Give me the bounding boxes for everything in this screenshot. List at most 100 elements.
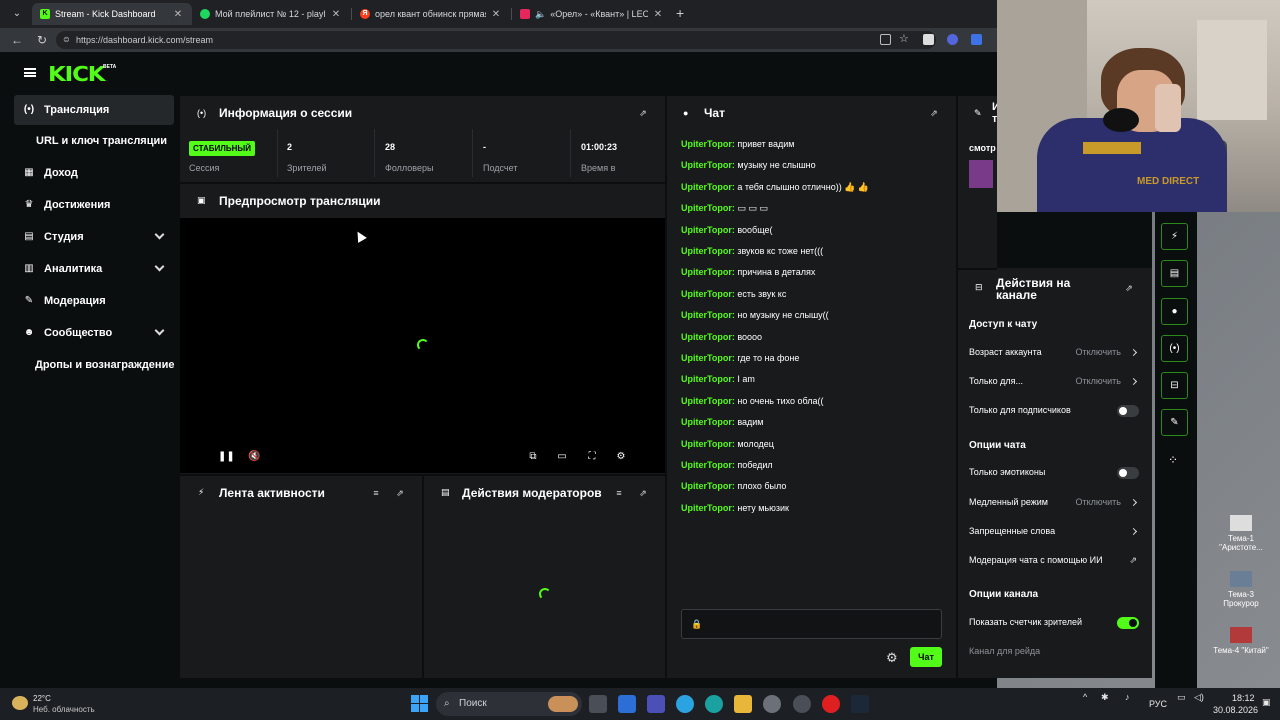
taskbar-search[interactable]: ⌕ Поиск [436,692,582,716]
mail-app-icon[interactable] [618,695,636,713]
task-view-icon[interactable] [589,695,607,713]
desktop-icon-tema4[interactable]: Тема-4 "Китай" [1211,627,1271,655]
popout-icon[interactable]: ⇗ [929,108,939,118]
chat-settings-icon[interactable]: ⚙ [886,650,898,666]
bookmark-star-icon[interactable]: ☆ [899,34,910,45]
edge-browser-icon[interactable] [705,695,723,713]
volume-icon[interactable]: ◁) [1194,692,1204,703]
start-windows-icon[interactable] [411,695,428,712]
tab-leon-video[interactable]: 🔈 «Орел» - «Квант» | LEON-Вто ✕ [512,3,672,25]
chat-username[interactable]: UpiterTopor: [681,396,735,406]
popout-icon[interactable]: ⇗ [638,108,648,118]
site-info-icon[interactable]: ⊜ [63,31,70,49]
telegram-icon[interactable] [676,695,694,713]
subscribers-only-toggle[interactable] [1117,405,1139,417]
popout-icon[interactable]: ⇗ [1124,283,1134,293]
kick-logo[interactable]: KICK [48,62,106,86]
viewer-count-toggle[interactable] [1117,617,1139,629]
thumbnail-image[interactable] [969,160,993,188]
chat-username[interactable]: UpiterTopor: [681,481,735,491]
rail-actions-button[interactable]: ⊟ [1161,372,1188,399]
chat-username[interactable]: UpiterTopor: [681,182,735,192]
chat-username[interactable]: UpiterTopor: [681,139,735,149]
desktop-icon-tema3[interactable]: Тема-3 Прокурор [1211,571,1271,608]
sidebar-item-studio[interactable]: ▤ Студия [14,222,174,252]
chat-username[interactable]: UpiterTopor: [681,225,735,235]
language-indicator[interactable]: РУС [1149,699,1167,709]
rail-clipboard-button[interactable]: ▤ [1161,260,1188,287]
row-only-for[interactable]: Только для... Отключить [969,376,1139,390]
emotes-only-toggle[interactable] [1117,467,1139,479]
steam-icon[interactable] [851,695,869,713]
popout-icon[interactable]: ⇗ [638,488,648,498]
chat-username[interactable]: UpiterTopor: [681,417,735,427]
rail-lightning-button[interactable]: ⚡ [1161,223,1188,250]
row-slow-mode[interactable]: Медленный режим Отключить [969,497,1139,511]
tab-list-button[interactable]: ⌄ [6,5,28,23]
row-ai-moderation[interactable]: Модерация чата с помощью ИИ ⇗ [969,555,1139,569]
rail-wrench-button[interactable]: ✎ [1161,409,1188,436]
clock-time[interactable]: 18:12 [1232,693,1255,703]
clock-date[interactable]: 30.08.2026 [1213,705,1258,715]
chat-username[interactable]: UpiterTopor: [681,310,735,320]
sidebar-item-moderation[interactable]: ✎ Модерация [14,286,174,316]
reload-icon[interactable]: ↻ [33,31,51,49]
filter-icon[interactable]: ≡ [614,488,624,498]
tab-kick-dashboard[interactable]: K Stream - Kick Dashboard ✕ [32,3,192,25]
url-field[interactable]: ⊜ https://dashboard.kick.com/stream [56,31,936,49]
notifications-icon[interactable]: ▣ [1262,697,1271,708]
yandex-browser-icon[interactable] [822,695,840,713]
chat-input[interactable]: 🔒 [681,609,942,639]
chat-username[interactable]: UpiterTopor: [681,460,735,470]
row-raid-channel[interactable]: Канал для рейда [969,646,1139,660]
extension-qr-icon[interactable] [923,34,934,45]
pip-icon[interactable]: ⧉ [527,451,539,463]
chart-app-icon[interactable] [647,695,665,713]
rail-broadcast-button[interactable]: (•) [1161,335,1188,362]
tab-spotify[interactable]: Мой плейлист № 12 - playlist by ✕ [192,3,350,25]
chat-username[interactable]: UpiterTopor: [681,267,735,277]
tab-yandex-search[interactable]: Я орел квант обнинск прямая тра ✕ [352,3,510,25]
chat-username[interactable]: UpiterTopor: [681,160,735,170]
fullscreen-icon[interactable]: ⛶ [586,451,598,463]
steam-app-icon[interactable] [793,695,811,713]
file-explorer-icon[interactable] [734,695,752,713]
back-icon[interactable]: ← [8,31,26,49]
sidebar-item-analytics[interactable]: ▥ Аналитика [14,254,174,284]
close-tab-icon[interactable]: ✕ [652,9,664,20]
tray-overflow-icon[interactable]: ^ [1083,692,1087,702]
sidebar-item-community[interactable]: ☻ Сообщество [14,318,174,348]
chat-username[interactable]: UpiterTopor: [681,503,735,513]
popout-icon[interactable]: ⇗ [395,488,405,498]
sidebar-subitem-drops[interactable]: Дропы и вознаграждение [35,359,180,371]
sidebar-item-income[interactable]: ▦ Доход [14,158,174,188]
chat-username[interactable]: UpiterTopor: [681,439,735,449]
filter-icon[interactable]: ≡ [371,488,381,498]
theater-mode-icon[interactable]: ▭ [556,451,568,463]
network-icon[interactable]: ▭ [1177,692,1186,703]
rail-chat-button[interactable]: ● [1161,298,1188,325]
settings-app-icon[interactable] [763,695,781,713]
weather-temp[interactable]: 22°C [33,694,51,703]
sidebar-item-achievements[interactable]: ♛ Достижения [14,190,174,220]
weather-icon[interactable] [12,696,28,710]
send-chat-button[interactable]: Чат [910,647,942,667]
close-tab-icon[interactable]: ✕ [490,9,502,20]
chat-username[interactable]: UpiterTopor: [681,374,735,384]
chat-username[interactable]: UpiterTopor: [681,353,735,363]
desktop-icon-tema1[interactable]: Тема-1 "Аристоте... [1211,515,1271,552]
tray-mic-icon[interactable]: ♪ [1125,692,1130,702]
settings-gear-icon[interactable]: ⚙ [615,451,627,463]
weather-desc[interactable]: Неб. облачность [33,705,95,714]
tray-bluetooth-icon[interactable]: ✱ [1101,692,1109,703]
mute-icon[interactable]: 🔇 [248,451,260,463]
reader-mode-icon[interactable] [880,34,891,45]
sidebar-item-stream[interactable]: (•) Трансляция [14,95,174,125]
extension-vpn-icon[interactable] [947,34,958,45]
chat-username[interactable]: UpiterTopor: [681,289,735,299]
row-account-age[interactable]: Возраст аккаунта Отключить [969,347,1139,361]
close-tab-icon[interactable]: ✕ [330,9,342,20]
chat-username[interactable]: UpiterTopor: [681,203,735,213]
new-tab-icon[interactable]: + [676,5,684,21]
chat-username[interactable]: UpiterTopor: [681,246,735,256]
